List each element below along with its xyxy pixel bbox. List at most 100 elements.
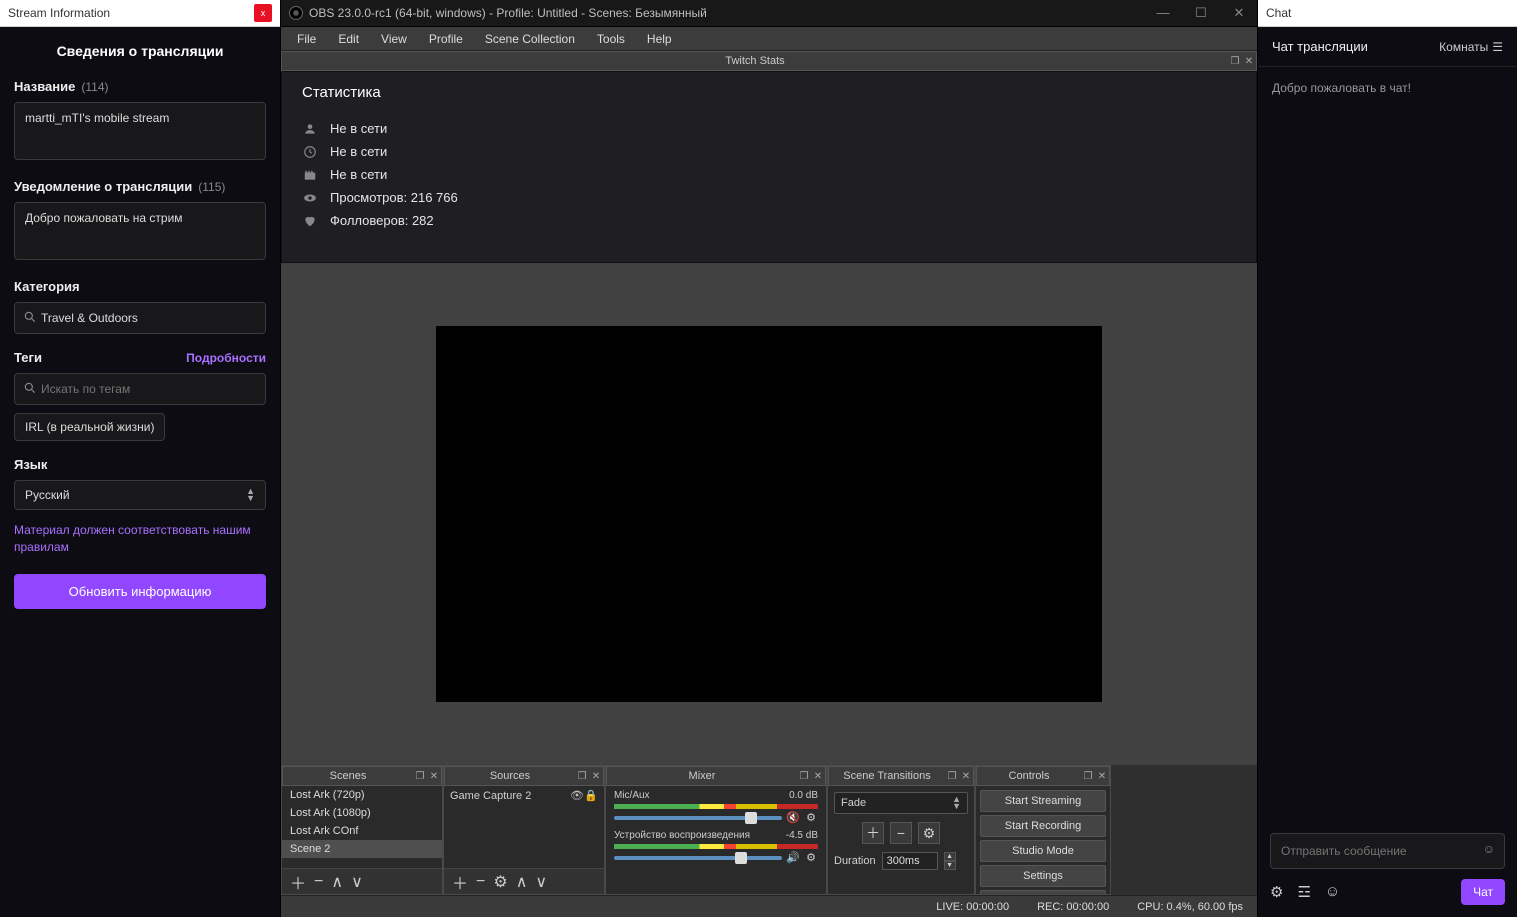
dock-close-button[interactable]: ✕ — [427, 771, 441, 782]
twitch-stats-dock-title: Twitch Stats ❐ ✕ — [281, 51, 1257, 71]
lang-label: Язык — [14, 457, 266, 472]
settings-button[interactable]: Settings — [980, 865, 1106, 887]
emoji-picker-icon[interactable]: ☺ — [1483, 842, 1495, 856]
transition-select[interactable]: Fade ▲▼ — [834, 792, 968, 814]
scene-item[interactable]: Lost Ark COnf — [282, 822, 442, 840]
duration-input[interactable] — [882, 852, 938, 870]
stream-info-title: Stream Information — [8, 6, 110, 20]
dock-close-button[interactable]: ✕ — [811, 771, 825, 782]
dur-up-button[interactable]: ▲ — [944, 852, 956, 861]
chat-send-button[interactable]: Чат — [1461, 879, 1505, 905]
remove-transition-button[interactable]: − — [890, 822, 912, 844]
add-scene-button[interactable]: ＋ — [290, 870, 306, 894]
tags-input[interactable] — [37, 378, 257, 400]
notify-input[interactable] — [14, 202, 266, 260]
menu-help[interactable]: Help — [637, 30, 682, 48]
gear-icon[interactable]: ⚙ — [804, 851, 818, 864]
source-props-button[interactable]: ⚙ — [493, 872, 507, 892]
dock-popout-button[interactable]: ❐ — [945, 771, 959, 782]
select-caret-icon: ▲▼ — [246, 488, 255, 502]
close-button[interactable]: ✕ — [1229, 5, 1249, 21]
volume-slider[interactable] — [614, 816, 782, 820]
menu-scene-collection[interactable]: Scene Collection — [475, 30, 585, 48]
scene-item[interactable]: Lost Ark (1080p) — [282, 804, 442, 822]
status-rec: REC: 00:00:00 — [1037, 901, 1109, 913]
maximize-button[interactable]: ☐ — [1191, 5, 1211, 21]
dock-close-button[interactable]: ✕ — [589, 771, 603, 782]
mute-icon[interactable]: 🔇 — [786, 811, 800, 824]
minimize-button[interactable]: — — [1153, 5, 1173, 21]
chat-welcome: Добро пожаловать в чат! — [1272, 81, 1411, 95]
speaker-icon[interactable]: 🔊 — [786, 851, 800, 864]
menu-tools[interactable]: Tools — [587, 30, 635, 48]
preview-area — [281, 263, 1257, 765]
tag-pill[interactable]: IRL (в реальной жизни) — [14, 413, 165, 441]
transition-props-button[interactable]: ⚙ — [918, 822, 940, 844]
source-up-button[interactable]: ∧ — [516, 872, 528, 892]
visibility-icon[interactable]: 👁 — [570, 789, 584, 802]
rooms-icon: ☰ — [1492, 40, 1503, 54]
dock-popout-button[interactable]: ❐ — [575, 771, 589, 782]
gear-icon[interactable]: ⚙ — [804, 811, 818, 824]
meter — [614, 844, 818, 849]
name-label: Название (114) — [14, 79, 266, 94]
category-search[interactable] — [14, 302, 266, 334]
chat-title: Chat — [1266, 6, 1291, 20]
scene-up-button[interactable]: ∧ — [331, 872, 343, 892]
studio-mode-button[interactable]: Studio Mode — [980, 840, 1106, 862]
source-item[interactable]: Game Capture 2 👁 🔒 — [444, 786, 604, 805]
eye-icon — [302, 191, 318, 205]
rooms-toggle[interactable]: Комнаты ☰ — [1439, 40, 1503, 54]
chat-input[interactable] — [1270, 833, 1505, 869]
scene-item[interactable]: Lost Ark (720p) — [282, 786, 442, 804]
tags-details-link[interactable]: Подробности — [186, 351, 266, 365]
remove-scene-button[interactable]: − — [314, 873, 323, 891]
dock-close-button[interactable]: ✕ — [1095, 771, 1109, 782]
stream-name-input[interactable] — [14, 102, 266, 160]
volume-slider[interactable] — [614, 856, 782, 860]
select-caret-icon: ▲▼ — [952, 796, 961, 810]
chat-users-icon[interactable]: ☲ — [1297, 883, 1310, 901]
lock-icon[interactable]: 🔒 — [584, 789, 598, 802]
category-input[interactable] — [37, 307, 257, 329]
start-recording-button[interactable]: Start Recording — [980, 815, 1106, 837]
dur-down-button[interactable]: ▼ — [944, 861, 956, 870]
stream-info-heading: Сведения о трансляции — [14, 43, 266, 59]
scene-item[interactable]: Scene 2 — [282, 840, 442, 858]
tags-search[interactable] — [14, 373, 266, 405]
scene-down-button[interactable]: ∨ — [351, 872, 363, 892]
rules-note[interactable]: Материал должен соответствовать нашим пр… — [14, 522, 266, 556]
menu-bar: File Edit View Profile Scene Collection … — [281, 27, 1257, 51]
source-down-button[interactable]: ∨ — [535, 872, 547, 892]
chat-settings-icon[interactable]: ⚙ — [1270, 883, 1283, 901]
close-stream-info-button[interactable]: x — [254, 4, 272, 22]
menu-view[interactable]: View — [371, 30, 417, 48]
obs-titlebar: OBS 23.0.0-rc1 (64-bit, windows) - Profi… — [281, 0, 1257, 27]
heart-icon — [302, 214, 318, 228]
add-source-button[interactable]: ＋ — [452, 870, 468, 894]
dock-popout-button[interactable]: ❐ — [413, 771, 427, 782]
start-streaming-button[interactable]: Start Streaming — [980, 790, 1106, 812]
tags-label-row: Теги Подробности — [14, 350, 266, 365]
meter — [614, 804, 818, 809]
chat-messages: Добро пожаловать в чат! — [1258, 67, 1517, 823]
category-label: Категория — [14, 279, 266, 294]
exit-button[interactable]: Exit — [980, 890, 1106, 894]
chat-heading: Чат трансляции — [1272, 39, 1368, 54]
stats-heading: Статистика — [302, 84, 1236, 101]
mixer-channel-mic: Mic/Aux0.0 dB 🔇 ⚙ — [606, 786, 826, 826]
preview-canvas[interactable] — [436, 326, 1102, 702]
dock-popout-button[interactable]: ❐ — [797, 771, 811, 782]
add-transition-button[interactable]: ＋ — [862, 822, 884, 844]
menu-file[interactable]: File — [287, 30, 326, 48]
menu-profile[interactable]: Profile — [419, 30, 473, 48]
dock-popout-button[interactable]: ❐ — [1081, 771, 1095, 782]
dock-close-button[interactable]: ✕ — [959, 771, 973, 782]
dock-close-button[interactable]: ✕ — [1242, 56, 1256, 67]
dock-popout-button[interactable]: ❐ — [1228, 56, 1242, 67]
update-info-button[interactable]: Обновить информацию — [14, 574, 266, 609]
chat-emote-icon[interactable]: ☺ — [1325, 883, 1340, 901]
menu-edit[interactable]: Edit — [328, 30, 369, 48]
lang-select[interactable]: Русский ▲▼ — [14, 480, 266, 510]
remove-source-button[interactable]: − — [476, 873, 485, 891]
